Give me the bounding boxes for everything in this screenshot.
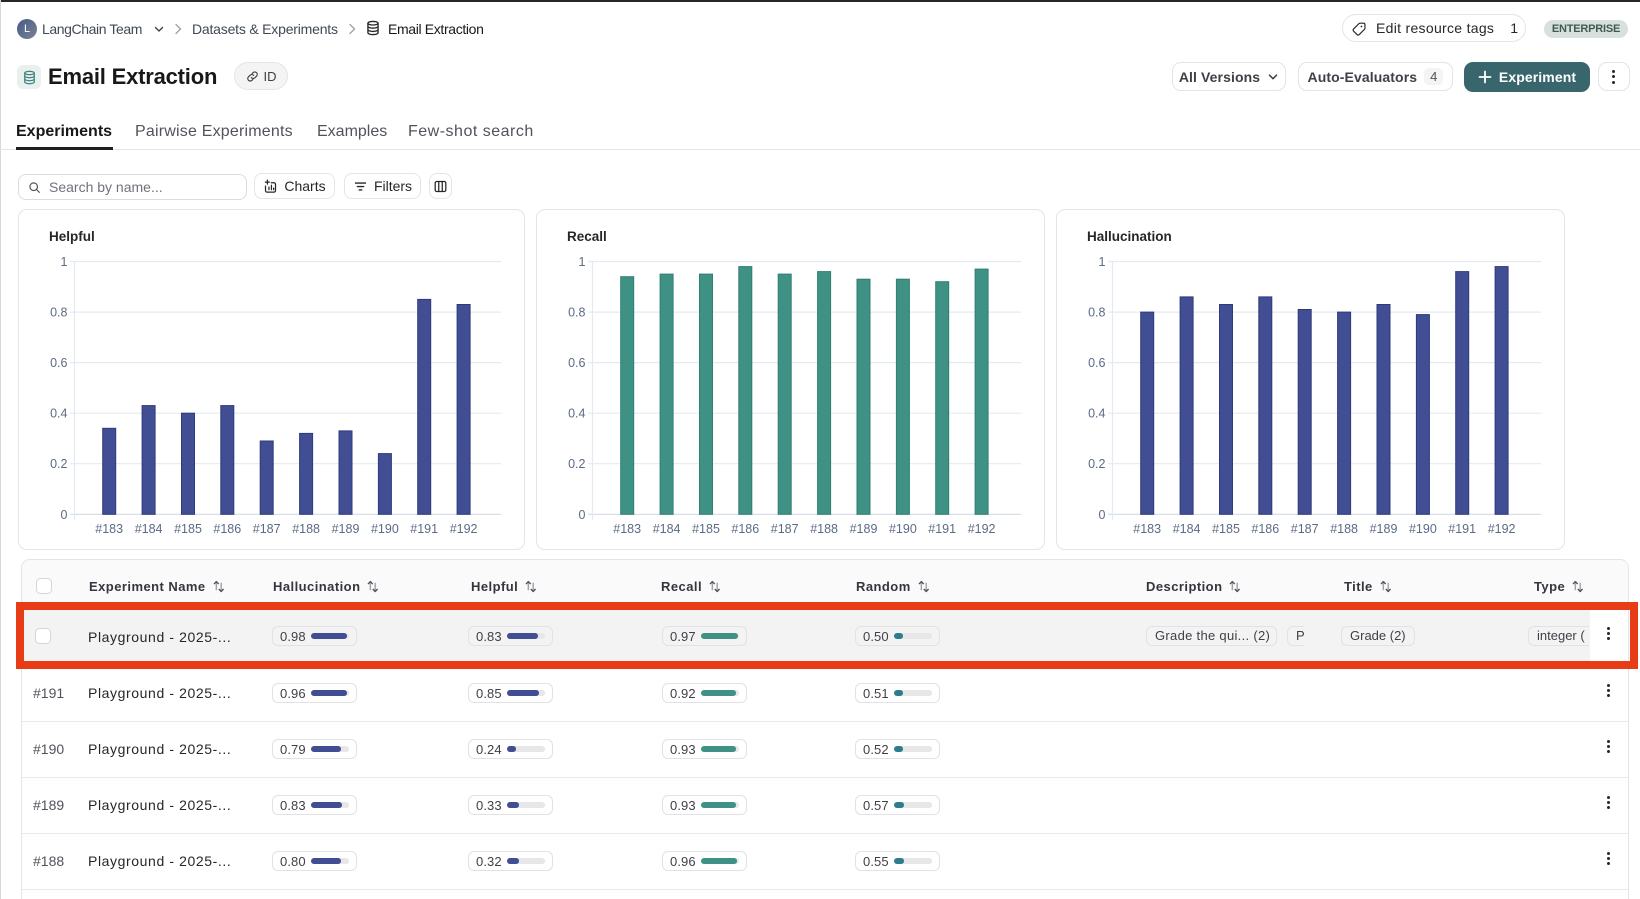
- svg-text:0.6: 0.6: [1088, 356, 1105, 370]
- svg-text:0: 0: [1099, 508, 1106, 522]
- svg-text:#186: #186: [1251, 522, 1279, 536]
- svg-text:#183: #183: [95, 522, 123, 536]
- svg-text:0.8: 0.8: [568, 306, 585, 320]
- svg-text:0.4: 0.4: [1088, 407, 1105, 421]
- svg-text:0.2: 0.2: [1088, 457, 1105, 471]
- svg-text:#191: #191: [928, 522, 956, 536]
- svg-text:0.2: 0.2: [50, 457, 67, 471]
- svg-text:Helpful: Helpful: [49, 229, 95, 244]
- svg-text:#189: #189: [332, 522, 360, 536]
- svg-text:1: 1: [61, 255, 68, 269]
- svg-text:0: 0: [61, 508, 68, 522]
- svg-text:#187: #187: [771, 522, 799, 536]
- svg-text:0.6: 0.6: [50, 356, 67, 370]
- svg-text:#188: #188: [1330, 522, 1358, 536]
- svg-text:#183: #183: [1133, 522, 1161, 536]
- svg-text:#184: #184: [135, 522, 163, 536]
- svg-text:#191: #191: [410, 522, 438, 536]
- svg-text:Hallucination: Hallucination: [1087, 229, 1172, 244]
- svg-text:#192: #192: [1488, 522, 1516, 536]
- svg-text:#185: #185: [174, 522, 202, 536]
- svg-text:0.8: 0.8: [50, 306, 67, 320]
- svg-text:#190: #190: [1409, 522, 1437, 536]
- svg-text:#184: #184: [1173, 522, 1201, 536]
- svg-text:#185: #185: [692, 522, 720, 536]
- svg-text:#189: #189: [1370, 522, 1398, 536]
- svg-text:0.6: 0.6: [568, 356, 585, 370]
- svg-text:#189: #189: [850, 522, 878, 536]
- svg-text:1: 1: [1099, 255, 1106, 269]
- svg-text:0.4: 0.4: [50, 407, 67, 421]
- svg-text:0.4: 0.4: [568, 407, 585, 421]
- svg-text:#186: #186: [731, 522, 759, 536]
- svg-text:#187: #187: [1291, 522, 1319, 536]
- svg-text:#190: #190: [889, 522, 917, 536]
- svg-text:#190: #190: [371, 522, 399, 536]
- svg-text:#191: #191: [1448, 522, 1476, 536]
- svg-text:0.2: 0.2: [568, 457, 585, 471]
- svg-text:0: 0: [579, 508, 586, 522]
- svg-text:#192: #192: [450, 522, 478, 536]
- svg-text:#188: #188: [292, 522, 320, 536]
- svg-text:Recall: Recall: [567, 229, 607, 244]
- svg-text:#186: #186: [213, 522, 241, 536]
- svg-text:#185: #185: [1212, 522, 1240, 536]
- svg-text:#184: #184: [653, 522, 681, 536]
- svg-text:1: 1: [579, 255, 586, 269]
- svg-text:#192: #192: [968, 522, 996, 536]
- svg-text:#183: #183: [613, 522, 641, 536]
- svg-text:#187: #187: [253, 522, 281, 536]
- svg-text:0.8: 0.8: [1088, 306, 1105, 320]
- svg-text:#188: #188: [810, 522, 838, 536]
